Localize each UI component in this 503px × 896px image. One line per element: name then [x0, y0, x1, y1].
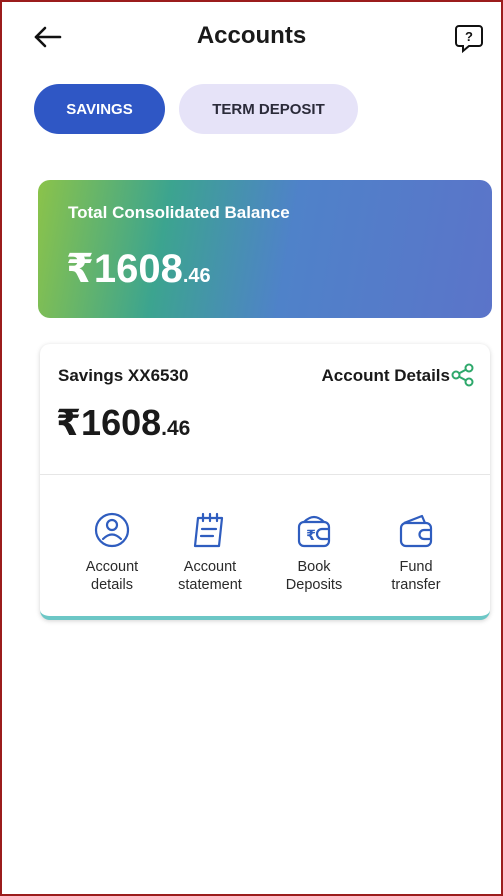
help-button[interactable]: ? — [453, 22, 485, 54]
share-button[interactable] — [450, 362, 476, 388]
balance-amount-main: ₹1608 — [66, 247, 183, 291]
tab-term-deposit[interactable]: TERM DEPOSIT — [179, 84, 358, 134]
account-statement-label: Account statement — [162, 558, 258, 594]
account-details-line2: details — [91, 577, 133, 593]
wallet-icon — [399, 514, 433, 548]
page-title: Accounts — [196, 22, 307, 49]
balance-amount: ₹1608.46 — [66, 246, 211, 292]
account-name: Savings XX6530 — [58, 366, 189, 385]
book-deposits-line1: Book — [297, 559, 331, 575]
account-statement-line1: Account — [183, 559, 237, 575]
svg-text:₹: ₹ — [306, 528, 316, 544]
svg-text:?: ? — [465, 29, 473, 44]
account-balance: ₹1608.46 — [56, 402, 190, 444]
app-screen: Accounts ? SAVINGS TERM DEPOSIT Total Co… — [0, 0, 503, 896]
user-circle-icon — [94, 512, 130, 548]
book-deposits-line2: Deposits — [285, 577, 343, 593]
account-details-line1: Account — [85, 559, 139, 575]
book-deposits-label: Book Deposits — [266, 558, 362, 594]
fund-transfer-action[interactable]: Fund transfer — [368, 510, 464, 594]
card-divider — [40, 474, 490, 475]
fund-transfer-line2: transfer — [391, 577, 441, 593]
account-statement-action[interactable]: Account statement — [162, 510, 258, 594]
account-details-link[interactable]: Account Details — [322, 366, 450, 386]
balance-amount-decimal: .46 — [182, 265, 211, 287]
book-deposits-action[interactable]: ₹ Book Deposits — [266, 510, 362, 594]
fund-transfer-line1: Fund — [399, 559, 433, 575]
account-details-label: Account details — [64, 558, 160, 594]
savings-account-card: Savings XX6530 Account Details ₹1608.46 — [40, 344, 490, 620]
share-icon — [451, 363, 474, 387]
account-balance-decimal: .46 — [161, 417, 191, 440]
account-statement-line2: statement — [178, 577, 242, 593]
tab-savings[interactable]: SAVINGS — [34, 84, 165, 134]
help-chat-icon: ? — [455, 25, 483, 54]
balance-label: Total Consolidated Balance — [68, 203, 290, 222]
consolidated-balance-card: Total Consolidated Balance ₹1608.46 — [38, 180, 492, 318]
statement-icon — [193, 512, 224, 548]
account-details-action[interactable]: Account details — [64, 510, 160, 594]
fund-transfer-label: Fund transfer — [368, 558, 464, 594]
rupee-wallet-icon: ₹ — [297, 515, 331, 548]
app-header: Accounts ? — [2, 2, 501, 72]
account-balance-main: ₹1608 — [56, 402, 162, 443]
